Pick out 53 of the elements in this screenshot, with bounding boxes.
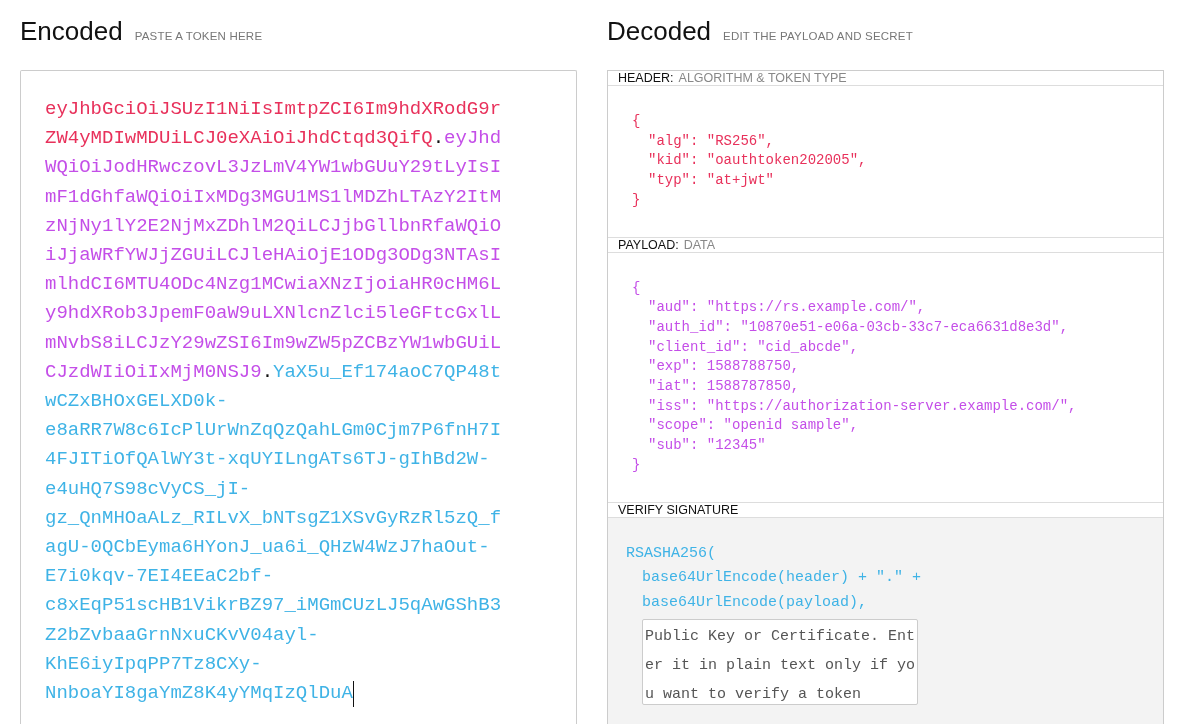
token-payload-text: mF1dGhfaWQiOiIxMDg3MGU1MS1lMDZhLTAzY2ItM	[45, 184, 502, 210]
json-entry: "sub": "12345"	[647, 436, 767, 456]
token-signature-text: Z2bZvbaaGrnNxuCKvV04ayl-	[45, 622, 319, 648]
section-label: HEADER:	[618, 71, 674, 85]
json-brace: }	[632, 455, 642, 475]
token-payload-text: eyJhd	[444, 126, 502, 152]
token-signature-text: NnboaYI8gaYmZ8K4yYMqIzQlDuA	[45, 681, 353, 707]
token-payload-text: iJjaWRfYWJjZGUiLCJleHAiOjE1ODg3ODg3NTAsI	[45, 243, 502, 268]
token-payload-text: mlhdCI6MTU4ODc4Nzg1MCwiaXNzIjoiaHR0cHM6L	[45, 272, 502, 298]
token-signature-text: agU-0QCbEyma6HYonJ_ua6i_QHzW4WzJ7haOut-	[45, 535, 490, 561]
section-sublabel: ALGORITHM & TOKEN TYPE	[678, 71, 847, 85]
json-entry: "exp": 1588788750,	[647, 357, 801, 377]
json-brace: }	[632, 190, 642, 210]
token-signature-text: 4FJITiOfQAlWY3t-xqUYILngATs6TJ-gIhBd2W-	[45, 447, 490, 473]
encoded-subtitle: PASTE A TOKEN HERE	[134, 30, 263, 42]
json-entry: "typ": "at+jwt"	[647, 171, 776, 191]
code-line: RSASHA256(	[626, 543, 717, 564]
token-payload-text: zNjNy1lY2E2NjMxZDhlM2QiLCJjbGllbnRfaWQiO	[45, 213, 502, 239]
token-signature-text: wCZxBHOxGELXD0k-	[45, 389, 228, 415]
public-key-field[interactable]: Public Key or Certificate. Enter it in plain text only if you want to verify a token	[642, 619, 919, 706]
json-brace: {	[632, 278, 642, 298]
section-sublabel: DATA	[683, 237, 716, 252]
json-entry: "iss": "https://authorization-server.example.com/",	[647, 396, 1078, 416]
section-label: PAYLOAD:	[618, 237, 679, 252]
dot-separator: .	[432, 126, 445, 152]
token-signature-text: e4uHQ7S98cVyCS_jI-	[45, 476, 251, 502]
json-entry: "alg": "RS256",	[647, 131, 776, 151]
json-entry: "aud": "https://rs.example.com/",	[647, 298, 927, 318]
token-payload-text: y9hdXRob3JpemF0aW9uLXNlcnZlci5leGFtcGxlL	[45, 301, 502, 327]
code-line: base64UrlEncode(header) + "." +	[641, 568, 923, 589]
token-header-text: eyJhbGciOiJSUzI1NiIsImtpZCI6Im9hdXRodG9r	[45, 97, 502, 122]
decoded-title: Decoded	[607, 16, 712, 47]
json-brace: {	[632, 112, 642, 131]
json-entry: "iat": 1588787850,	[647, 377, 801, 397]
section-label: VERIFY SIGNATURE	[618, 502, 739, 517]
token-header-text: ZW4yMDIwMDUiLCJ0eXAiOiJhdCtqd3QifQ	[45, 126, 433, 152]
token-signature-text: c8xEqP51scHB1VikrBZ97_iMGmCUzLJ5qAwGShB3	[45, 593, 502, 619]
encoded-title: Encoded	[20, 16, 123, 47]
code-line: base64UrlEncode(payload),	[641, 592, 869, 613]
token-payload-text: CJzdWIiOiIxMjM0NSJ9	[45, 359, 262, 385]
token-signature-text: KhE6iyIpqPP7Tz8CXy-	[45, 651, 262, 677]
dot-separator: .	[261, 359, 274, 385]
token-signature-text: e8aRR7W8c6IcPlUrWnZqQzQahLGm0Cjm7P6fnH7I	[45, 418, 502, 444]
json-entry: "scope": "openid sample",	[647, 416, 860, 436]
json-entry: "auth_id": "10870e51-e06a-03cb-33c7-eca6631d8e3d",	[647, 317, 1070, 337]
token-payload-text: mNvbS8iLCJzY29wZSI6Im9wZW5pZCBzYW1wbGUiL	[45, 330, 502, 356]
json-entry: "kid": "oauthtoken202005",	[647, 151, 868, 171]
token-signature-text: E7i0kqv-7EI4EEaC2bf-	[45, 564, 274, 590]
token-signature-text: YaX5u_Ef174aoC7QP48t	[273, 359, 502, 385]
token-signature-text: gz_QnMHOaALz_RILvX_bNTsgZ1XSvGyRzRl5zQ_f	[45, 505, 502, 531]
token-payload-text: WQiOiJodHRwczovL3JzLmV4YW1wbGUuY29tLyIsI	[45, 155, 502, 181]
json-entry: "client_id": "cid_abcde",	[647, 337, 860, 357]
decoded-subtitle: EDIT THE PAYLOAD AND SECRET	[723, 30, 913, 42]
